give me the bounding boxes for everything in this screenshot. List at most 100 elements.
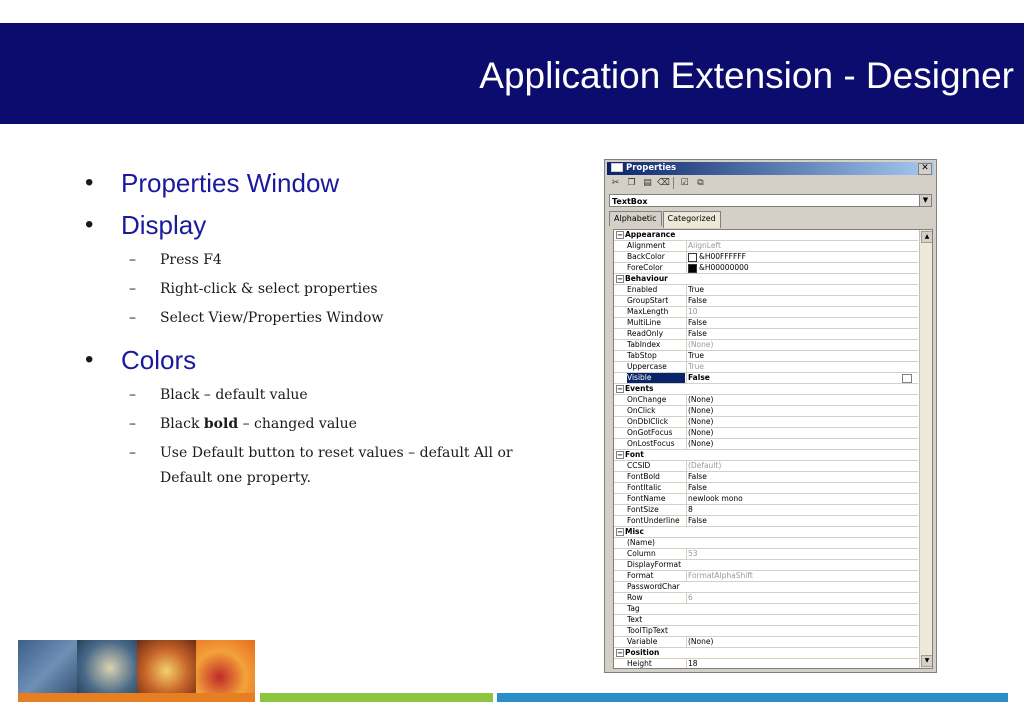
collapse-icon[interactable]: − xyxy=(616,451,624,459)
property-value-text: True xyxy=(688,285,704,294)
property-value[interactable]: (None) xyxy=(686,406,920,416)
property-value[interactable]: FormatAlphaShift xyxy=(686,571,920,581)
property-value[interactable]: False xyxy=(686,296,920,306)
copy-icon[interactable]: ❐ xyxy=(625,177,638,189)
chevron-down-icon[interactable]: ▼ xyxy=(919,195,931,206)
property-row[interactable]: FontName newlook mono xyxy=(614,494,918,505)
close-icon[interactable]: ✕ xyxy=(918,163,932,175)
property-category[interactable]: − Font xyxy=(614,450,918,461)
property-value[interactable]: 18 xyxy=(686,659,920,668)
property-row[interactable]: Row 6 xyxy=(614,593,918,604)
property-name: GroupStart xyxy=(627,296,669,305)
collapse-icon[interactable]: − xyxy=(616,649,624,657)
property-value[interactable]: 53 xyxy=(686,549,920,559)
property-value[interactable]: (None) xyxy=(686,417,920,427)
collapse-icon[interactable]: − xyxy=(616,528,624,536)
property-value[interactable]: False xyxy=(686,373,920,383)
property-value-text: False xyxy=(688,318,707,327)
sub-bullet-right-click: – Right-click & select properties xyxy=(85,277,535,302)
object-name: TextBox xyxy=(612,197,648,206)
property-row[interactable]: DisplayFormat xyxy=(614,560,918,571)
scroll-down-icon[interactable]: ▼ xyxy=(921,655,932,667)
tab-alphabetic[interactable]: Alphabetic xyxy=(609,211,662,226)
property-row[interactable]: MaxLength 10 xyxy=(614,307,918,318)
property-row[interactable]: (Name) xyxy=(614,538,918,549)
property-row[interactable]: OnLostFocus (None) xyxy=(614,439,918,450)
property-row[interactable]: ReadOnly False xyxy=(614,329,918,340)
property-row[interactable]: Height 18 xyxy=(614,659,920,668)
color-swatch-icon xyxy=(688,252,697,262)
property-row[interactable]: FontBold False xyxy=(614,472,918,483)
property-value[interactable]: 6 xyxy=(686,593,920,603)
property-value[interactable]: False xyxy=(686,483,920,493)
property-row[interactable]: Text xyxy=(614,615,918,626)
property-name: FontName xyxy=(627,494,666,503)
collapse-icon[interactable]: − xyxy=(616,231,624,239)
window-copy-icon[interactable]: ⧉ xyxy=(694,177,707,189)
property-value[interactable]: (None) xyxy=(686,439,920,449)
property-value[interactable]: AlignLeft xyxy=(686,241,920,251)
property-name: OnDblClick xyxy=(627,417,669,426)
property-category[interactable]: − Position xyxy=(614,648,918,659)
property-value[interactable]: 8 xyxy=(686,505,920,515)
property-value[interactable]: (None) xyxy=(686,340,920,350)
collapse-icon[interactable]: − xyxy=(616,275,624,283)
properties-page-icon[interactable]: ☑ xyxy=(678,177,691,189)
property-value[interactable]: (None) xyxy=(686,428,920,438)
object-selector[interactable]: TextBox ▼ xyxy=(609,194,932,207)
property-row[interactable]: Tag xyxy=(614,604,918,615)
property-row[interactable]: TabIndex (None) xyxy=(614,340,918,351)
property-row[interactable]: Column 53 xyxy=(614,549,918,560)
property-value[interactable]: newlook mono xyxy=(686,494,920,504)
property-value[interactable]: False xyxy=(686,318,920,328)
properties-titlebar[interactable]: Properties ✕ xyxy=(607,162,934,175)
property-row[interactable]: CCSID (Default) xyxy=(614,461,918,472)
property-row[interactable]: OnClick (None) xyxy=(614,406,918,417)
paste-icon[interactable]: ▤ xyxy=(641,177,654,189)
property-row[interactable]: GroupStart False xyxy=(614,296,918,307)
property-row[interactable]: Variable (None) xyxy=(614,637,918,648)
property-row[interactable]: OnChange (None) xyxy=(614,395,918,406)
collapse-icon[interactable]: − xyxy=(616,385,624,393)
property-category[interactable]: − Appearance xyxy=(614,230,918,241)
property-row[interactable]: Uppercase True xyxy=(614,362,918,373)
property-value[interactable]: (None) xyxy=(686,637,920,647)
property-value[interactable]: True xyxy=(686,362,920,372)
property-value[interactable]: (Default) xyxy=(686,461,920,471)
property-row[interactable]: OnGotFocus (None) xyxy=(614,428,918,439)
property-value[interactable]: &H00FFFFFF xyxy=(686,252,920,262)
cut-icon[interactable]: ✂ xyxy=(609,177,622,189)
footer-bar-green xyxy=(260,693,493,702)
property-row[interactable]: Alignment AlignLeft xyxy=(614,241,918,252)
property-row[interactable]: FontUnderline False xyxy=(614,516,918,527)
property-row[interactable]: ForeColor &H00000000 xyxy=(614,263,918,274)
property-row[interactable]: PasswordChar xyxy=(614,582,918,593)
vertical-scrollbar[interactable]: ▲ ▼ xyxy=(919,230,932,668)
property-row[interactable]: ToolTipText xyxy=(614,626,918,637)
property-value[interactable]: True xyxy=(686,351,920,361)
eraser-icon[interactable]: ⌫ xyxy=(657,177,670,189)
property-row[interactable]: OnDblClick (None) xyxy=(614,417,918,428)
property-value[interactable]: True xyxy=(686,285,920,295)
tab-categorized[interactable]: Categorized xyxy=(662,211,721,228)
property-value[interactable]: False xyxy=(686,516,920,526)
bullet-text: Display xyxy=(121,210,207,240)
dropdown-button-icon[interactable] xyxy=(902,374,912,383)
property-category[interactable]: − Behaviour xyxy=(614,274,918,285)
property-row[interactable]: Enabled True xyxy=(614,285,918,296)
property-row[interactable]: Visible False xyxy=(614,373,918,384)
property-value[interactable]: 10 xyxy=(686,307,920,317)
property-row[interactable]: Format FormatAlphaShift xyxy=(614,571,918,582)
property-category[interactable]: − Misc xyxy=(614,527,918,538)
property-row[interactable]: FontSize 8 xyxy=(614,505,918,516)
property-row[interactable]: FontItalic False xyxy=(614,483,918,494)
scroll-up-icon[interactable]: ▲ xyxy=(921,231,932,243)
property-value[interactable]: False xyxy=(686,472,920,482)
property-value[interactable]: (None) xyxy=(686,395,920,405)
property-row[interactable]: BackColor &H00FFFFFF xyxy=(614,252,918,263)
property-row[interactable]: MultiLine False xyxy=(614,318,918,329)
property-row[interactable]: TabStop True xyxy=(614,351,918,362)
property-category[interactable]: − Events xyxy=(614,384,918,395)
property-value[interactable]: False xyxy=(686,329,920,339)
property-value[interactable]: &H00000000 xyxy=(686,263,920,273)
